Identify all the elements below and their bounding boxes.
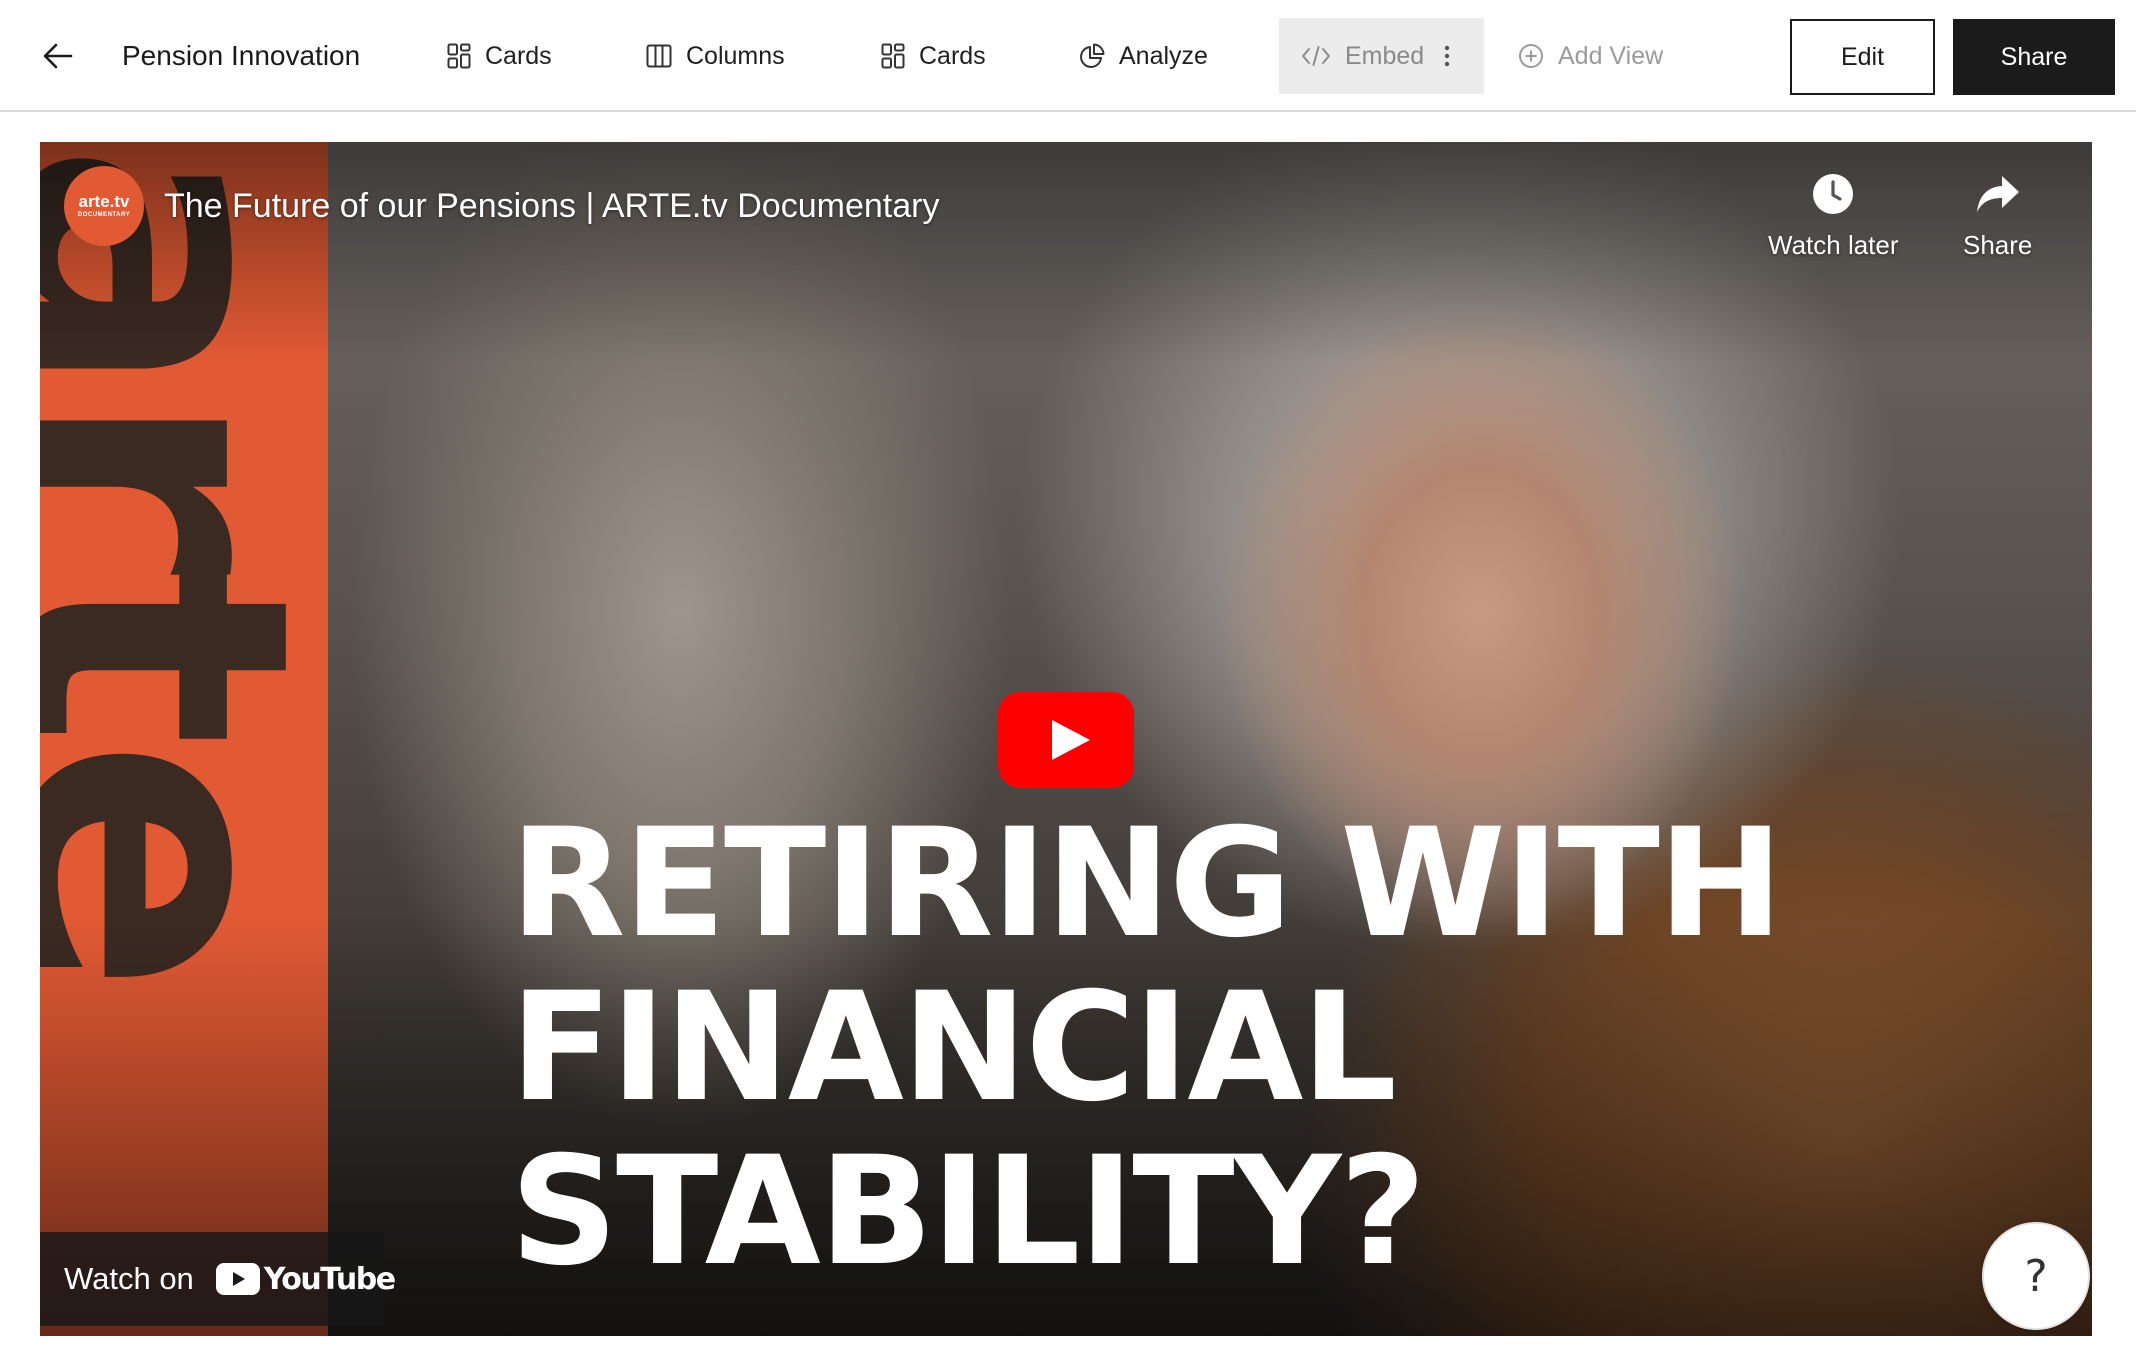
plus-circle-icon <box>1519 44 1543 68</box>
tab-label: Analyze <box>1119 41 1208 70</box>
arrow-left-icon <box>43 43 73 69</box>
tab-label: Embed <box>1345 41 1425 70</box>
help-button[interactable]: ? <box>1982 1222 2090 1330</box>
play-button-icon[interactable] <box>998 692 1134 788</box>
headline-line: RETIRING WITH <box>510 797 1783 971</box>
kebab-menu-icon[interactable] <box>1444 45 1464 67</box>
code-icon <box>1302 46 1330 66</box>
share-arrow-icon <box>1976 176 2019 212</box>
tab-cards-2[interactable]: Cards <box>881 30 986 82</box>
thumbnail-headline: RETIRING WITH FINANCIAL STABILITY? <box>510 797 1783 1299</box>
tab-label: Cards <box>919 41 986 70</box>
tab-cards[interactable]: Cards <box>447 30 552 82</box>
headline-line: STABILITY? <box>510 1125 1426 1299</box>
youtube-play-icon <box>215 1263 260 1295</box>
tab-analyze[interactable]: Analyze <box>1079 30 1208 82</box>
youtube-logo: YouTube <box>215 1261 396 1297</box>
watch-later-button[interactable]: Watch later <box>1768 166 1899 261</box>
channel-logo-text: arte.tv <box>78 192 130 211</box>
share-button[interactable]: Share <box>1953 19 2115 95</box>
video-title[interactable]: The Future of our Pensions | ARTE.tv Doc… <box>164 184 939 228</box>
clock-icon <box>1813 174 1854 214</box>
video-share-button[interactable]: Share <box>1963 166 2032 261</box>
page-title: Pension Innovation <box>122 40 361 71</box>
tab-label: Columns <box>686 41 785 70</box>
pie-chart-icon <box>1080 43 1105 68</box>
headline-line: FINANCIAL <box>510 961 1397 1135</box>
share-label: Share <box>1963 230 2033 260</box>
youtube-embed-player[interactable]: arte arte.tv DOCUMENTARY The Future of o… <box>40 142 2092 1336</box>
channel-avatar[interactable]: arte.tv DOCUMENTARY <box>64 166 144 246</box>
channel-logo-subtext: DOCUMENTARY <box>77 212 131 218</box>
columns-icon <box>646 44 672 68</box>
cards-icon <box>447 43 471 69</box>
tab-label: Cards <box>485 41 552 70</box>
tab-label: Add View <box>1558 41 1664 70</box>
edit-button[interactable]: Edit <box>1790 19 1935 95</box>
watch-later-label: Watch later <box>1768 230 1899 260</box>
watch-on-youtube-link[interactable]: Watch on YouTube <box>40 1232 396 1326</box>
add-view-button[interactable]: Add View <box>1518 30 1663 82</box>
watch-on-label: Watch on <box>64 1261 194 1296</box>
back-button[interactable] <box>36 34 80 78</box>
tab-columns[interactable]: Columns <box>646 30 785 82</box>
tab-embed[interactable]: Embed <box>1279 18 1485 94</box>
top-navigation-bar: Pension Innovation Cards Columns Cards A… <box>0 0 2136 112</box>
cards-icon <box>881 43 905 69</box>
youtube-wordmark: YouTube <box>263 1261 396 1297</box>
